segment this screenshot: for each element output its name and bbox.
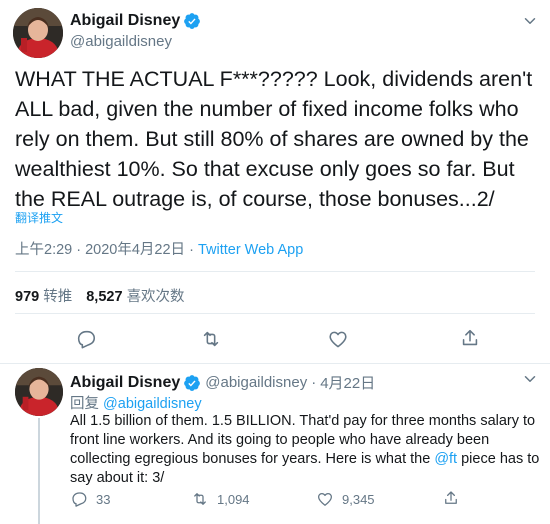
tweet-text: WHAT THE ACTUAL F***????? Look, dividend… (15, 67, 533, 211)
author-handle[interactable]: @abigaildisney (205, 374, 307, 391)
tweet-timestamp[interactable]: 上午2:29 · 2020年4月22日 · (15, 242, 198, 258)
replying-to-handle[interactable]: @abigaildisney (103, 396, 202, 412)
share-button[interactable] (442, 489, 460, 507)
divider (15, 313, 535, 314)
thread-reply-tweet[interactable]: Abigail Disney @abigaildisney · 4月22日 回复… (0, 365, 550, 524)
avatar[interactable] (13, 8, 63, 58)
retweet-button[interactable]: 1,094 (191, 490, 250, 508)
reply-icon (77, 330, 96, 349)
retweet-count: 1,094 (217, 491, 250, 507)
verified-badge-icon (183, 374, 201, 392)
reply-tweet-text: All 1.5 billion of them. 1.5 BILLION. Th… (70, 412, 540, 488)
tweet-metadata: 上午2:29 · 2020年4月22日 · Twitter Web App (15, 238, 303, 259)
reply-button[interactable] (75, 328, 97, 350)
retweet-label: 转推 (43, 289, 73, 305)
share-icon (445, 491, 457, 504)
like-label: 喜欢次数 (126, 289, 185, 305)
verified-badge-icon (183, 12, 201, 30)
reply-button[interactable]: 33 (70, 490, 110, 508)
like-count: 8,527 (86, 289, 123, 305)
likes-stat[interactable]: 8,527 喜欢次数 (86, 289, 184, 305)
reply-count: 33 (96, 491, 111, 507)
heart-icon (329, 331, 347, 348)
heart-icon (317, 492, 333, 506)
retweet-icon (194, 493, 206, 505)
share-icon (462, 329, 478, 346)
retweet-icon (203, 331, 219, 347)
retweet-button[interactable] (200, 328, 222, 350)
divider (15, 271, 535, 272)
ft-mention-link[interactable]: @ft (434, 451, 457, 467)
source-app-link[interactable]: Twitter Web App (198, 242, 303, 258)
author-handle[interactable]: @abigaildisney (70, 33, 172, 50)
author-display-name[interactable]: Abigail Disney (70, 12, 180, 30)
profile-photo-icon (13, 8, 63, 58)
engagement-stats: 979 转推 8,527 喜欢次数 (15, 285, 185, 306)
author-name-row: Abigail Disney (70, 12, 201, 30)
retweet-count: 979 (15, 289, 40, 305)
more-options-chevron-icon[interactable] (521, 12, 539, 30)
separator-dot: · (311, 374, 317, 391)
more-options-chevron-icon[interactable] (521, 370, 539, 388)
main-tweet: Abigail Disney @abigaildisney WHAT THE A… (0, 0, 550, 364)
replying-to: 回复 @abigaildisney (70, 392, 202, 413)
like-button[interactable] (327, 328, 349, 350)
retweets-stat[interactable]: 979 转推 (15, 289, 72, 305)
share-button[interactable] (459, 327, 481, 349)
author-name-row: Abigail Disney @abigaildisney · 4月22日 (70, 372, 375, 393)
tweet-date[interactable]: 4月22日 (320, 372, 375, 393)
like-button[interactable]: 9,345 (316, 490, 375, 508)
thread-connector-line (38, 418, 40, 524)
author-display-name[interactable]: Abigail Disney (70, 374, 180, 392)
avatar[interactable] (15, 368, 63, 416)
replying-to-label: 回复 (70, 396, 99, 412)
translate-tweet-link[interactable]: 翻译推文 (15, 209, 63, 226)
like-count: 9,345 (342, 491, 375, 507)
reply-icon (72, 492, 87, 507)
profile-photo-icon (15, 368, 63, 416)
